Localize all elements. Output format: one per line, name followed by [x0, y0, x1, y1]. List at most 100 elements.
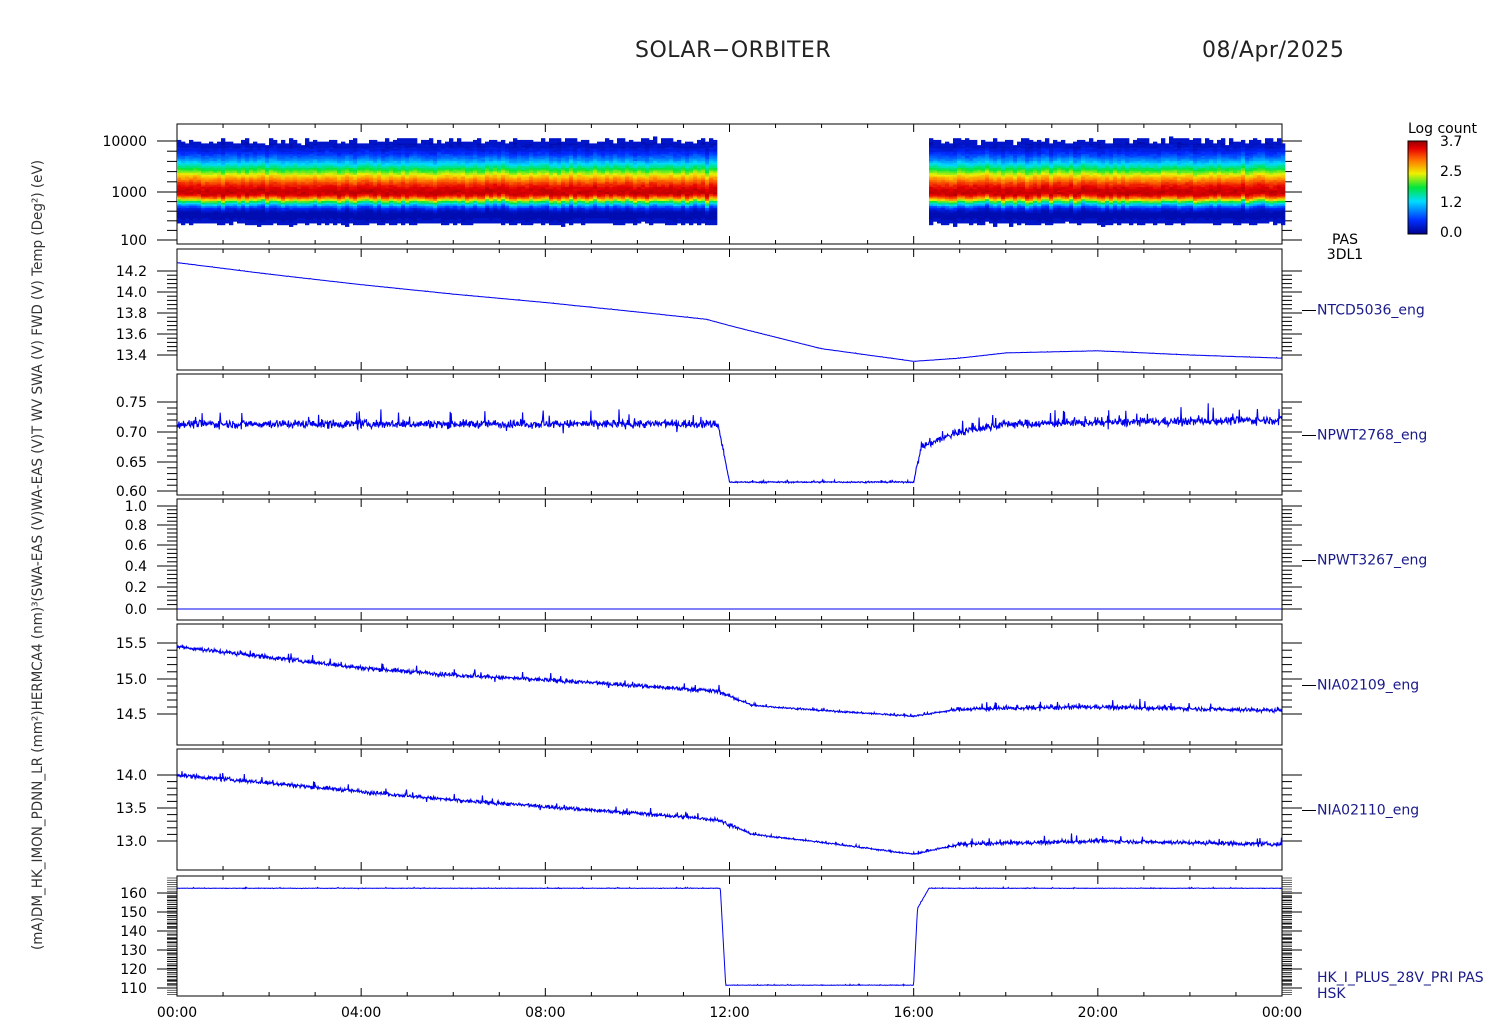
spectrogram-cell — [357, 209, 362, 212]
spectrogram-cell — [453, 143, 458, 146]
spectrogram-cell — [405, 171, 410, 174]
spectrogram-cell — [501, 207, 506, 210]
spectrogram-cell — [401, 186, 406, 189]
spectrogram-cell — [289, 214, 294, 217]
spectrogram-cell — [497, 178, 502, 181]
spectrogram-cell — [233, 197, 238, 200]
spectrogram-cell — [521, 186, 526, 189]
spectrogram-cell — [401, 211, 406, 214]
spectrogram-cell — [249, 195, 254, 198]
spectrogram-cell — [525, 197, 530, 200]
spectrogram-cell — [437, 146, 442, 149]
spectrogram-cell — [325, 176, 330, 179]
spectrogram-cell — [269, 176, 274, 179]
spectrogram-cell — [513, 193, 518, 196]
spectrogram-cell — [505, 146, 510, 149]
spectrogram-cell — [189, 178, 194, 181]
spectrogram-cell — [437, 188, 442, 191]
spectrogram-cell — [229, 214, 234, 217]
spectrogram-cell — [457, 219, 462, 222]
spectrogram-cell — [333, 155, 338, 158]
spectrogram-cell — [405, 167, 410, 170]
spectrogram-cell — [401, 162, 406, 165]
spectrogram-cell — [241, 190, 246, 193]
spectrogram-cell — [201, 148, 206, 151]
spectrogram-cell — [225, 209, 230, 212]
spectrogram-cell — [513, 198, 518, 201]
spectrogram-cell — [489, 211, 494, 214]
spectrogram-cell — [381, 172, 386, 175]
spectrogram-cell — [349, 205, 354, 208]
spectrogram-cell — [237, 207, 242, 210]
spectrogram-cell — [241, 209, 246, 212]
spectrogram-cell — [473, 171, 478, 174]
spectrogram-cell — [313, 197, 318, 200]
spectrogram-cell — [453, 152, 458, 155]
spectrogram-cell — [257, 217, 262, 220]
spectrogram-cell — [521, 188, 526, 191]
spectrogram-cell — [337, 169, 342, 172]
spectrogram-cell — [261, 217, 266, 220]
spectrogram-cell — [273, 164, 278, 167]
spectrogram-cell — [193, 217, 198, 220]
spectrogram-cell — [213, 181, 218, 184]
spectrogram-cell — [373, 164, 378, 167]
spectrogram-cell — [409, 183, 414, 186]
spectrogram-cell — [293, 172, 298, 175]
spectrogram-cell — [413, 188, 418, 191]
spectrogram-cell — [349, 190, 354, 193]
spectrogram-cell — [249, 158, 254, 162]
spectrogram-cell — [441, 167, 446, 170]
spectrogram-cell — [353, 185, 358, 188]
spectrogram-cell — [281, 172, 286, 175]
spectrogram-cell — [293, 198, 298, 201]
spectrogram-cell — [525, 162, 530, 165]
spectrogram-cell — [473, 150, 478, 153]
spectrogram-cell — [461, 211, 466, 214]
spectrogram-cell — [313, 216, 318, 219]
spectrogram-cell — [357, 148, 362, 151]
spectrogram-cell — [325, 216, 330, 219]
spectrogram-cell — [409, 223, 414, 226]
spectrogram-cell — [517, 169, 522, 172]
panel-name: 3DL1 — [1327, 247, 1363, 263]
spectrogram-cell — [393, 219, 398, 222]
spectrogram-cell — [481, 202, 486, 205]
spectrogram-cell — [413, 186, 418, 189]
spectrogram-cell — [453, 221, 458, 224]
spectrogram-cell — [517, 158, 522, 162]
spectrogram-cell — [465, 176, 470, 179]
spectrogram-cell — [461, 150, 466, 153]
spectrogram-cell — [285, 164, 290, 167]
spectrogram-cell — [209, 183, 214, 186]
spectrogram-cell — [389, 209, 394, 212]
spectrogram-cell — [357, 202, 362, 205]
spectrogram-cell — [213, 158, 218, 162]
spectrogram-cell — [285, 148, 290, 151]
spectrogram-cell — [409, 193, 414, 196]
spectrogram-cell — [317, 195, 322, 198]
spectrogram-cell — [485, 174, 490, 177]
spectrogram-cell — [193, 155, 198, 158]
spectrogram-cell — [429, 138, 434, 141]
spectrogram-cell — [321, 179, 326, 182]
spectrogram-cell — [341, 197, 346, 200]
spectrogram-cell — [253, 217, 258, 220]
spectrogram-cell — [469, 155, 474, 158]
spectrogram-cell — [513, 167, 518, 170]
spectrogram-cell — [265, 160, 270, 163]
spectrogram-cell — [253, 172, 258, 175]
spectrogram-cell — [509, 212, 514, 215]
spectrogram-cell — [213, 172, 218, 175]
spectrogram-cell — [429, 150, 434, 153]
spectrogram-cell — [461, 160, 466, 163]
spectrogram-cell — [469, 190, 474, 193]
spectrogram-cell — [325, 160, 330, 163]
spectrogram-cell — [205, 153, 210, 156]
spectrogram-cell — [309, 176, 314, 179]
spectrogram-cell — [321, 219, 326, 222]
spectrogram-cell — [265, 152, 270, 155]
spectrogram-cell — [381, 211, 386, 214]
spectrogram-cell — [313, 143, 318, 146]
spectrogram-cell — [401, 178, 406, 181]
